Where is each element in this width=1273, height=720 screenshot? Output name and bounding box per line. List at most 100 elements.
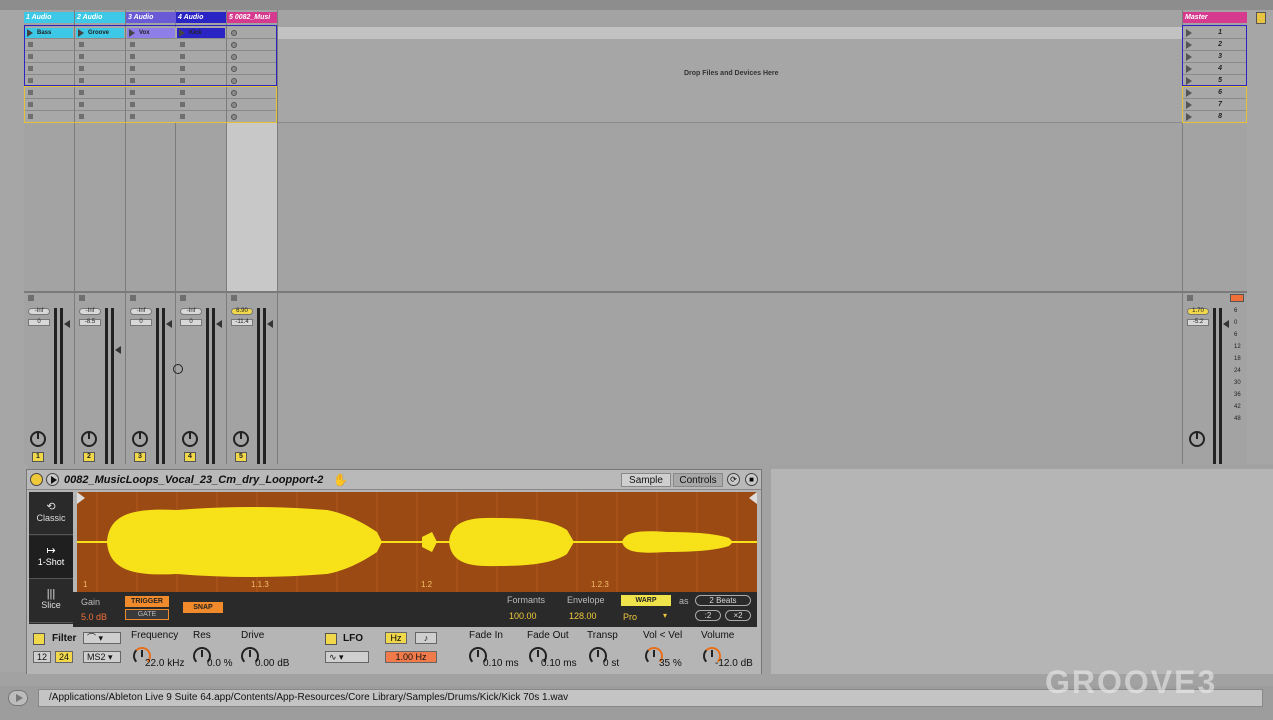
pan-knob[interactable]	[30, 431, 46, 447]
transp-value: 0 st	[603, 658, 620, 669]
hand-icon[interactable]: ✋	[333, 473, 348, 487]
lfo-sync-button[interactable]: ♪	[415, 632, 437, 644]
pan-knob[interactable]	[81, 431, 97, 447]
level-meter	[162, 308, 165, 464]
volume-value[interactable]: 0	[28, 319, 50, 326]
column-separator	[277, 10, 278, 464]
mode-1shot-button[interactable]: ↦ 1-Shot	[29, 536, 73, 579]
track-header-3[interactable]: 3 Audio	[126, 12, 176, 23]
device-chain-empty-area[interactable]	[771, 469, 1273, 674]
volume-fader-handle[interactable]	[267, 320, 273, 328]
drop-area-highlight	[278, 27, 1182, 39]
lfo-hz-button[interactable]: Hz	[385, 632, 407, 644]
warp-mode-dropdown-icon[interactable]: ▾	[663, 611, 667, 620]
envelope-value[interactable]: 128.00	[569, 611, 597, 621]
marker-1-2-3: 1.2.3	[591, 580, 609, 589]
snap-button[interactable]: SNAP	[183, 602, 223, 613]
tab-sample[interactable]: Sample	[621, 473, 671, 487]
stop-clips-button[interactable]	[1187, 295, 1193, 301]
frequency-value: 22.0 kHz	[145, 658, 185, 669]
halve-button[interactable]: :2	[695, 610, 721, 621]
drive-label: Drive	[241, 630, 265, 641]
scene-selection-outline	[1182, 25, 1247, 86]
peak-level-display[interactable]: -Inf	[180, 308, 202, 315]
track-header-2[interactable]: 2 Audio	[75, 12, 125, 23]
pan-knob[interactable]	[1189, 431, 1205, 447]
device-save-icon[interactable]: ■	[745, 473, 758, 486]
detail-toggle-button[interactable]	[8, 690, 28, 706]
peak-level-display[interactable]: 6.90	[231, 308, 253, 315]
peak-level-display[interactable]: -Inf	[130, 308, 152, 315]
formants-value[interactable]: 100.00	[509, 611, 537, 621]
gain-value[interactable]: 5.0 dB	[81, 612, 107, 622]
session-view: Drop Files and Devices Here 1 Audio Bass 2…	[24, 10, 1247, 464]
filter-toggle[interactable]	[33, 633, 45, 645]
filter-slope-12[interactable]: 12	[33, 651, 51, 663]
track-header-1[interactable]: 1 Audio	[24, 12, 74, 23]
simpler-device: 0082_MusicLoops_Vocal_23_Cm_dry_Loopport…	[26, 469, 762, 674]
sample-waveform-display[interactable]: 1 1.1.3 1.2 1.2.3	[77, 492, 757, 592]
gate-button[interactable]: GATE	[125, 609, 169, 620]
volume-fader-handle[interactable]	[115, 346, 121, 354]
lfo-toggle[interactable]	[325, 633, 337, 645]
pan-knob[interactable]	[182, 431, 198, 447]
lfo-waveform-select[interactable]: ∿ ▾	[325, 651, 369, 663]
volume-value[interactable]: 0	[180, 319, 202, 326]
vol-vel-value: 35 %	[659, 658, 682, 669]
mode-classic-button[interactable]: ⟲ Classic	[29, 492, 73, 535]
trigger-button[interactable]: TRIGGER	[125, 596, 169, 607]
device-fold-button[interactable]	[46, 473, 59, 486]
pan-knob[interactable]	[233, 431, 249, 447]
cue-output-icon[interactable]	[1230, 294, 1244, 302]
track-header-4[interactable]: 4 Audio	[176, 12, 226, 23]
stop-clips-button[interactable]	[231, 295, 237, 301]
volume-value[interactable]: -8.5	[79, 319, 101, 326]
volume-value[interactable]: -5.2	[1187, 319, 1209, 326]
level-meter	[60, 308, 63, 464]
volume-fader-handle[interactable]	[64, 320, 70, 328]
filter-slope-24[interactable]: 24	[55, 651, 73, 663]
volume-fader-handle[interactable]	[166, 320, 172, 328]
scene-launch-outline	[24, 86, 277, 123]
mode-classic-label: Classic	[36, 513, 66, 523]
warp-button[interactable]: WARP	[621, 595, 671, 606]
track-activator-2[interactable]: 2	[83, 452, 95, 462]
mode-slice-button[interactable]: ||| Slice	[29, 580, 73, 623]
volume-fader-handle[interactable]	[216, 320, 222, 328]
warp-mode-select[interactable]: Pro	[623, 612, 637, 622]
filter-type-select[interactable]: ⌒ ▾	[83, 632, 121, 644]
stop-clips-button[interactable]	[130, 295, 136, 301]
filter-circuit-select[interactable]: MS2 ▾	[83, 651, 121, 663]
tab-controls[interactable]: Controls	[673, 473, 723, 487]
lfo-rate-value[interactable]: 1.00 Hz	[385, 651, 437, 663]
double-button[interactable]: ×2	[725, 610, 751, 621]
device-preset-icon[interactable]: ⟳	[727, 473, 740, 486]
peak-level-display[interactable]: 1.70	[1187, 308, 1209, 315]
marker-1-1-3: 1.1.3	[251, 580, 269, 589]
stop-clips-button[interactable]	[79, 295, 85, 301]
envelope-label: Envelope	[567, 595, 605, 605]
peak-level-display[interactable]: -Inf	[79, 308, 101, 315]
scene-selection-outline	[24, 25, 277, 86]
db-scale-label: 6	[1234, 332, 1238, 338]
master-track-header[interactable]: Master	[1183, 12, 1247, 23]
gain-label: Gain	[81, 597, 101, 607]
beats-selector[interactable]: 2 Beats	[695, 595, 751, 606]
volume-value[interactable]: 0	[130, 319, 152, 326]
track-activator-3[interactable]: 3	[134, 452, 146, 462]
device-on-off-button[interactable]	[30, 473, 43, 486]
track-activator-5[interactable]: 5	[235, 452, 247, 462]
track-activator-4[interactable]: 4	[184, 452, 196, 462]
track-activator-1[interactable]: 1	[32, 452, 44, 462]
pan-knob[interactable]	[132, 431, 148, 447]
overview-toggle-icon[interactable]	[1256, 12, 1266, 24]
mixer-divider[interactable]	[24, 291, 1247, 293]
volume-fader-handle[interactable]	[1223, 320, 1229, 328]
volume-value[interactable]: -11.4	[231, 319, 253, 326]
level-meter	[212, 308, 215, 464]
track-header-5[interactable]: 5 0082_Musi	[227, 12, 277, 23]
stop-clips-button[interactable]	[28, 295, 34, 301]
level-meter	[111, 308, 114, 464]
peak-level-display[interactable]: -Inf	[28, 308, 50, 315]
stop-clips-button[interactable]	[180, 295, 186, 301]
